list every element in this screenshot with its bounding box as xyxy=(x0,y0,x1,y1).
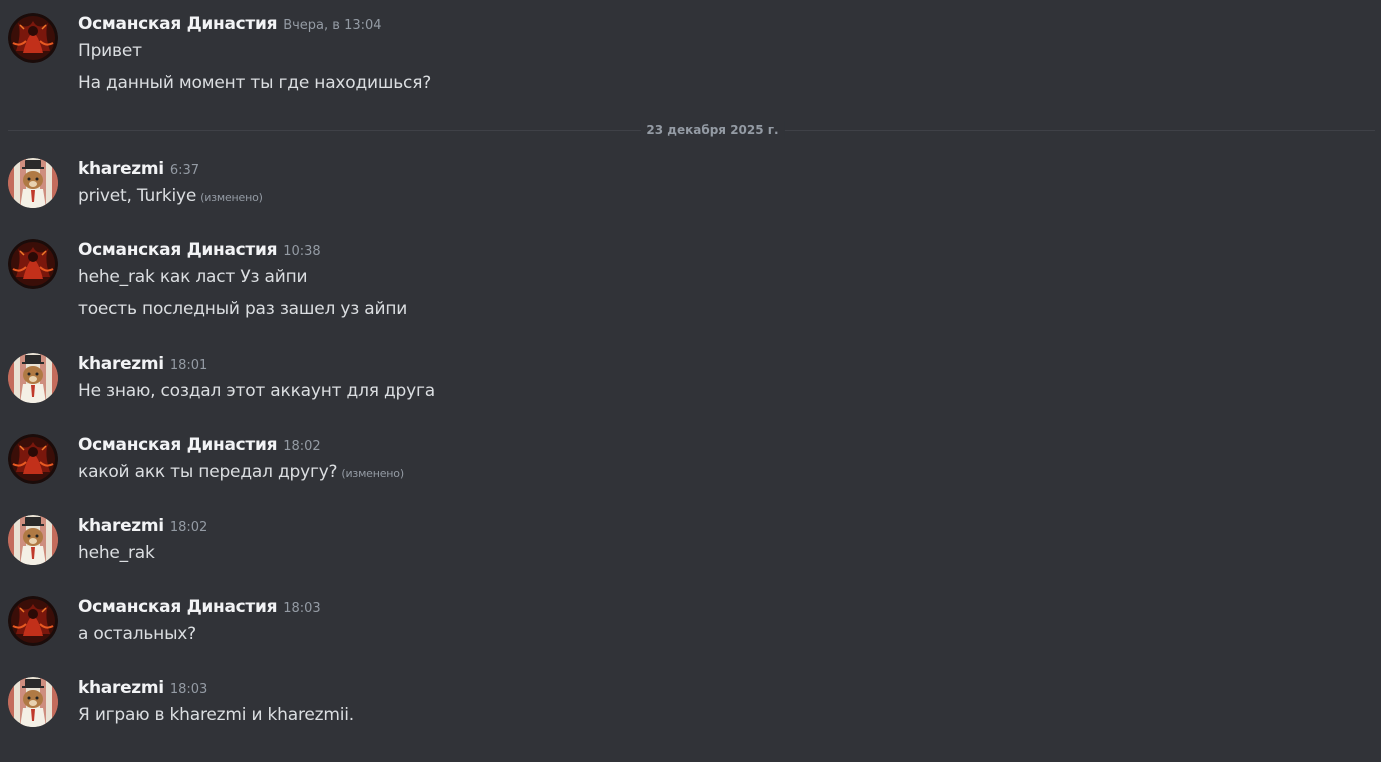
username[interactable]: Османская Династия xyxy=(78,597,278,617)
edited-badge: (изменено) xyxy=(341,467,404,480)
message-header: Османская Династия 18:03 xyxy=(78,596,321,618)
message-text: hehe_rak как ласт Уз айпи xyxy=(78,267,308,287)
username[interactable]: kharezmi xyxy=(78,516,164,536)
chat-message-list[interactable]: 23 декабря 2025 г. Османская Династия Вче… xyxy=(0,0,1381,762)
message-content[interactable]: Я играю в kharezmi и kharezmii. xyxy=(78,703,354,727)
kharezmi-avatar[interactable] xyxy=(8,158,58,208)
message-content[interactable]: hehe_rak xyxy=(78,541,155,565)
message-header: kharezmi 18:01 xyxy=(78,353,207,375)
message-header: Османская Династия 18:02 xyxy=(78,434,321,456)
kharezmi-avatar[interactable] xyxy=(8,353,58,403)
message-timestamp[interactable]: 18:03 xyxy=(283,601,320,616)
message-timestamp[interactable]: 18:02 xyxy=(170,520,207,535)
message-group[interactable]: kharezmi 6:37 privet, Turkiye (изменено) xyxy=(0,158,1381,210)
message-content[interactable]: какой акк ты передал другу? (изменено) xyxy=(78,460,404,484)
message-group[interactable]: kharezmi 18:03 Я играю в kharezmi и kharez… xyxy=(0,677,1381,729)
ottoman-dynasty-avatar[interactable] xyxy=(8,596,58,646)
message-timestamp[interactable]: 18:03 xyxy=(170,682,207,697)
kharezmi-avatar[interactable] xyxy=(8,677,58,727)
message-text: тоесть последный раз зашел уз айпи xyxy=(78,299,408,319)
message-text: какой акк ты передал другу? xyxy=(78,462,338,482)
message-group[interactable]: kharezmi 18:01 Не знаю, создал этот аккаун… xyxy=(0,353,1381,405)
message-header: kharezmi 18:02 xyxy=(78,515,207,537)
message-group[interactable]: Османская Династия Вчера, в 13:04 Привет На… xyxy=(0,13,1381,97)
message-group[interactable]: Османская Династия 18:02 какой акк ты пере… xyxy=(0,434,1381,486)
ottoman-dynasty-avatar[interactable] xyxy=(8,13,58,63)
message-header: kharezmi 18:03 xyxy=(78,677,207,699)
ottoman-dynasty-avatar[interactable] xyxy=(8,239,58,289)
message-content[interactable]: Привет xyxy=(78,39,142,63)
message-content[interactable]: privet, Turkiye (изменено) xyxy=(78,184,263,208)
message-text: На данный момент ты где находишься? xyxy=(78,73,432,93)
message-content[interactable]: hehe_rak как ласт Уз айпи xyxy=(78,265,308,289)
message-group[interactable]: Османская Династия 18:03 а остальных? xyxy=(0,596,1381,648)
username[interactable]: Османская Династия xyxy=(78,240,278,260)
message-timestamp[interactable]: Вчера, в 13:04 xyxy=(283,18,381,33)
message-timestamp[interactable]: 10:38 xyxy=(283,244,320,259)
message-timestamp[interactable]: 18:01 xyxy=(170,358,207,373)
message-text: Не знаю, создал этот аккаунт для друга xyxy=(78,381,435,401)
date-divider-label: 23 декабря 2025 г. xyxy=(640,121,785,139)
message-timestamp[interactable]: 18:02 xyxy=(283,439,320,454)
message-text: hehe_rak xyxy=(78,543,155,563)
message-group[interactable]: Османская Династия 10:38 hehe_rak как ласт… xyxy=(0,239,1381,323)
message-content[interactable]: На данный момент ты где находишься? xyxy=(78,71,431,95)
message-content[interactable]: Не знаю, создал этот аккаунт для друга xyxy=(78,379,435,403)
username[interactable]: kharezmi xyxy=(78,354,164,374)
message-group[interactable]: kharezmi 18:02 hehe_rak xyxy=(0,515,1381,567)
message-timestamp[interactable]: 6:37 xyxy=(170,163,199,178)
message-header: Османская Династия Вчера, в 13:04 xyxy=(78,13,382,35)
ottoman-dynasty-avatar[interactable] xyxy=(8,434,58,484)
kharezmi-avatar[interactable] xyxy=(8,515,58,565)
username[interactable]: kharezmi xyxy=(78,159,164,179)
edited-badge: (изменено) xyxy=(200,191,263,204)
message-header: kharezmi 6:37 xyxy=(78,158,199,180)
message-content[interactable]: тоесть последный раз зашел уз айпи xyxy=(78,297,407,321)
username[interactable]: kharezmi xyxy=(78,678,164,698)
username[interactable]: Османская Династия xyxy=(78,435,278,455)
message-text: а остальных? xyxy=(78,624,196,644)
message-header: Османская Династия 10:38 xyxy=(78,239,321,261)
message-content[interactable]: а остальных? xyxy=(78,622,196,646)
message-text: privet, Turkiye xyxy=(78,186,197,206)
message-text: Я играю в kharezmi и kharezmii. xyxy=(78,705,354,725)
username[interactable]: Османская Династия xyxy=(78,14,278,34)
message-text: Привет xyxy=(78,41,142,61)
